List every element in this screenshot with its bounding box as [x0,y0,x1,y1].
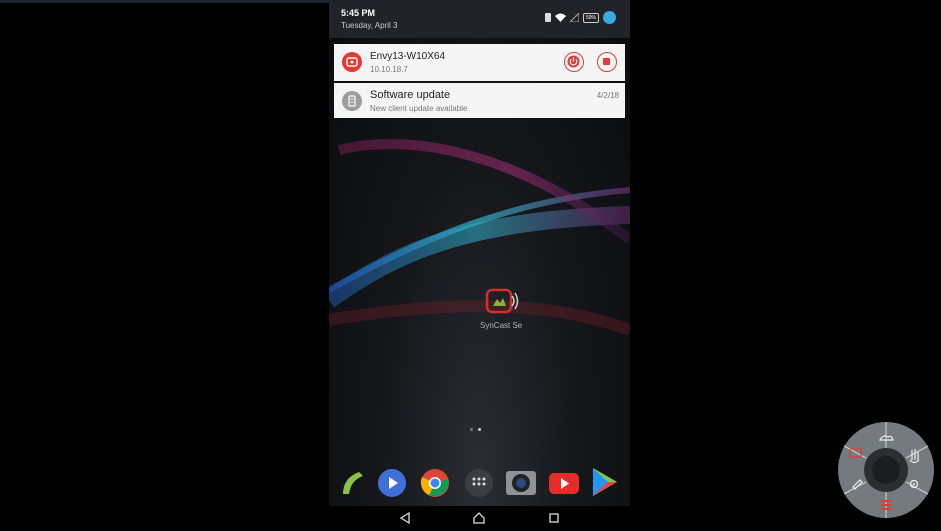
chrome-icon[interactable] [420,468,450,498]
list-icon[interactable] [881,500,891,510]
nav-bar [329,506,630,531]
stop-button[interactable] [597,52,617,72]
status-bar: 5:45 PM Tuesday, April 3 59% [329,0,630,38]
app-label: SynCast Se [480,321,523,330]
notification-title: Software update [370,89,451,101]
syncast-icon [342,52,362,72]
page-dot-current [478,428,481,431]
camera-icon[interactable] [505,468,537,498]
account-icon[interactable] [603,11,616,24]
top-strip [0,0,353,3]
power-icon [567,55,580,68]
page-dot [470,428,473,431]
dock [329,464,630,502]
notification-software-update[interactable]: Software update New client update availa… [334,83,625,118]
status-icons: 59% [544,11,616,24]
page-indicator [470,428,481,431]
phone-icon[interactable] [337,468,367,498]
play-music-icon[interactable] [377,468,407,498]
date: Tuesday, April 3 [341,21,398,30]
notification-subtitle: New client update available [370,104,468,113]
wifi-icon [554,13,566,22]
home-icon[interactable] [472,511,486,525]
play-store-icon[interactable] [590,466,620,498]
app-drawer-icon[interactable] [464,468,494,498]
sim-icon [544,13,551,22]
syncast-app-icon[interactable] [484,286,520,318]
update-icon [342,91,362,111]
signal-icon [569,13,579,22]
power-button[interactable] [564,52,584,72]
notification-title: Envy13-W10X64 [370,51,446,62]
control-wheel[interactable] [836,420,936,520]
youtube-icon[interactable] [548,468,580,498]
notification-time: 4/2/18 [596,91,619,100]
phone-screen: 5:45 PM Tuesday, April 3 59% Envy13-W10X… [329,0,630,531]
recents-icon[interactable] [547,511,561,525]
battery-icon: 59% [582,12,599,23]
back-icon[interactable] [398,511,412,525]
notification-subtitle: 10.10.18.7 [370,65,408,74]
notification-syncast[interactable]: Envy13-W10X64 10.10.18.7 [334,44,625,81]
clock: 5:45 PM [341,8,376,18]
stop-icon [603,58,610,65]
